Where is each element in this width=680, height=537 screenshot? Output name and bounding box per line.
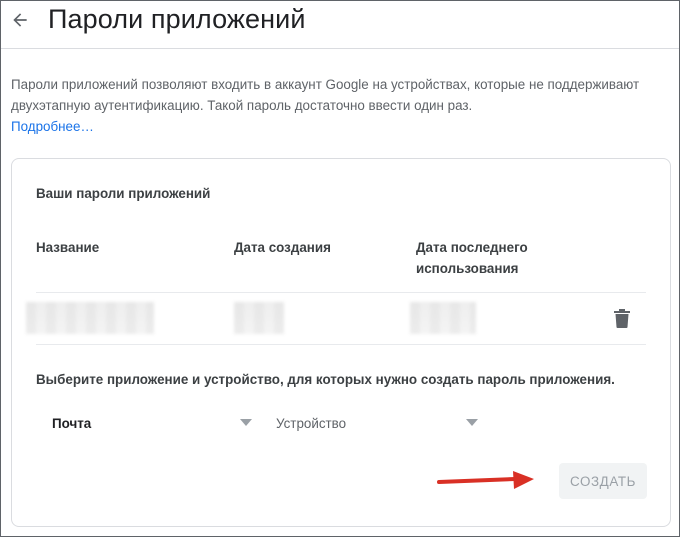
column-header-name: Название (36, 240, 100, 255)
intro-text: Пароли приложений позволяют входить в ак… (11, 77, 640, 113)
column-header-last-used: Дата последнего использования (416, 240, 528, 276)
learn-more-link[interactable]: Подробнее… (11, 116, 94, 137)
trash-icon (614, 308, 630, 328)
redacted-app-name (26, 302, 154, 334)
divider (36, 292, 646, 293)
redacted-created-date (234, 302, 284, 334)
app-passwords-card: Ваши пароли приложений Название Дата соз… (11, 158, 671, 527)
redacted-last-used-date (410, 302, 476, 334)
app-passwords-page: Пароли приложений Пароли приложений позв… (0, 0, 680, 537)
triangle-down-icon (466, 419, 478, 426)
divider (36, 344, 646, 345)
app-select[interactable]: Почта (52, 409, 260, 437)
page-title: Пароли приложений (48, 4, 306, 34)
card-title: Ваши пароли приложений (36, 186, 211, 201)
triangle-down-icon (240, 419, 252, 426)
red-annotation-arrow (437, 471, 534, 489)
back-button[interactable] (7, 7, 33, 33)
device-select[interactable]: Устройство (276, 409, 486, 437)
app-select-value: Почта (52, 415, 92, 431)
create-button[interactable]: СОЗДАТЬ (559, 463, 647, 499)
arrow-back-icon (13, 13, 27, 27)
intro-paragraph: Пароли приложений позволяют входить в ак… (11, 74, 651, 137)
select-prompt: Выберите приложение и устройство, для ко… (36, 372, 615, 387)
column-header-created: Дата создания (234, 240, 331, 255)
page-header: Пароли приложений (1, 1, 679, 49)
delete-password-button[interactable] (612, 307, 632, 329)
device-select-value: Устройство (276, 415, 347, 431)
